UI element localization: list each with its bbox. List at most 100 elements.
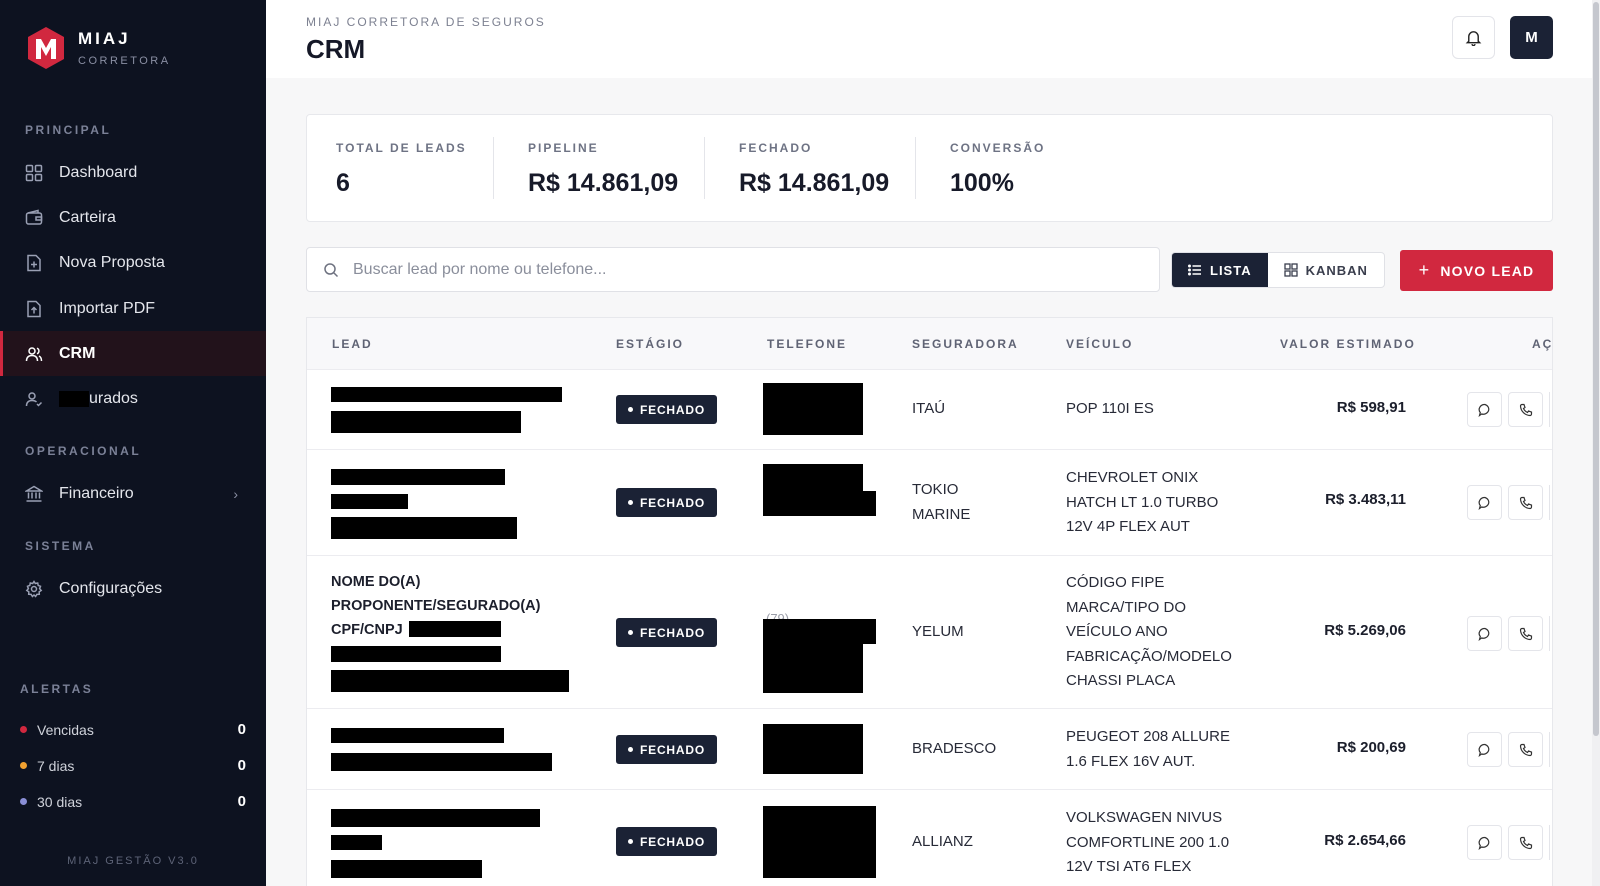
sidebar-item-crm[interactable]: CRM [0,331,266,376]
more-actions-edge[interactable] [1549,616,1552,651]
sidebar-item-importar-pdf[interactable]: Importar PDF [0,286,266,331]
sidebar-item-label: Financeiro [59,484,134,502]
redacted-lead-name [331,809,540,827]
table-row[interactable]: FECHADO ITAÚ POP 110I ES R$ 598,91 [307,370,1552,450]
stat-label: PIPELINE [528,141,599,155]
table-row[interactable]: FECHADO BRADESCO PEUGEOT 208 ALLURE 1.6 … [307,709,1552,790]
redacted-lead-detail [331,411,521,433]
section-label-operacional: OPERACIONAL [25,444,142,458]
lead-name-line: CPF/CNPJ [331,622,403,638]
redacted-phone [763,643,863,693]
chat-bubble-icon [1477,836,1489,850]
redacted-lead-detail [331,753,552,771]
kanban-grid-icon [1283,263,1298,277]
avatar[interactable]: M [1510,16,1553,59]
more-actions-edge[interactable] [1549,732,1552,767]
column-header-insurer[interactable]: SEGURADORA [912,337,1019,351]
redacted-lead-name [331,387,562,402]
message-button[interactable] [1467,732,1502,767]
more-actions-edge[interactable] [1549,485,1552,520]
phone-icon [1519,496,1532,509]
message-button[interactable] [1467,392,1502,427]
app-version: MIAJ GESTÃO V3.0 [67,855,199,867]
status-badge: FECHADO [616,827,717,856]
lead-name-line: PROPONENTE/SEGURADO(A) [331,598,541,614]
call-button[interactable] [1508,392,1543,427]
users-icon [25,345,43,363]
file-plus-icon [25,254,43,272]
sidebar: MIAJ CORRETORA PRINCIPAL Dashboard Carte… [0,0,266,886]
table-row[interactable]: FECHADO ALLIANZ VOLKSWAGEN NIVUS COMFORT… [307,790,1552,886]
message-button[interactable] [1467,825,1502,860]
badge-label: FECHADO [640,834,705,849]
stat-value: R$ 14.861,09 [739,169,890,197]
badge-label: FECHADO [640,742,705,757]
stat-fechado: FECHADO R$ 14.861,09 [739,141,889,198]
stat-total-leads: TOTAL DE LEADS 6 [336,141,467,198]
redacted-phone [763,724,863,774]
top-header: MIAJ CORRETORA DE SEGUROS CRM M [266,0,1600,78]
call-button[interactable] [1508,616,1543,651]
badge-label: FECHADO [640,625,705,640]
vehicle-cell: POP 110I ES [1066,400,1154,417]
stats-panel: TOTAL DE LEADS 6 PIPELINE R$ 14.861,09 F… [306,114,1553,222]
message-button[interactable] [1467,616,1502,651]
view-kanban-button[interactable]: KANBAN [1268,253,1384,287]
section-label-sistema: SISTEMA [25,539,96,553]
chat-bubble-icon [1477,743,1489,757]
call-button[interactable] [1508,485,1543,520]
sidebar-item-financeiro[interactable]: Financeiro › [0,471,266,516]
status-badge: FECHADO [616,395,717,424]
sidebar-item-label: Importar PDF [59,299,156,317]
page-title: CRM [306,34,366,64]
sidebar-item-segurados[interactable]: urados [0,376,266,421]
sidebar-item-dashboard[interactable]: Dashboard [0,150,266,195]
chat-bubble-icon [1477,403,1489,417]
alert-vencidas[interactable]: Vencidas 0 [20,721,246,738]
vehicle-cell: VOLKSWAGEN NIVUS COMFORTLINE 200 1.0 12V… [1066,809,1230,875]
search-input[interactable] [353,260,1113,279]
notifications-button[interactable] [1452,16,1495,59]
sidebar-item-label: urados [89,389,138,407]
lead-name-line: NOME DO(A) [331,574,421,590]
scrollbar[interactable] [1592,0,1600,886]
badge-label: FECHADO [640,402,705,417]
view-toggle: LISTA KANBAN [1171,252,1385,288]
search-box[interactable] [306,247,1160,292]
new-lead-button[interactable]: + NOVO LEAD [1400,250,1553,291]
column-header-phone[interactable]: TELEFONE [767,337,847,351]
column-header-stage[interactable]: ESTÁGIO [616,337,684,351]
column-header-lead[interactable]: LEAD [332,337,373,351]
insurer-cell: BRADESCO [912,740,997,757]
redacted-phone [763,491,876,516]
table-row[interactable]: NOME DO(A) PROPONENTE/SEGURADO(A) CPF/CN… [307,556,1552,709]
redacted-cpf [409,621,501,637]
gear-icon [25,579,43,598]
redacted-lead-detail [331,860,482,878]
stat-label: TOTAL DE LEADS [336,141,467,155]
status-dot [20,762,27,769]
stat-value: R$ 14.861,09 [528,169,679,197]
status-badge: FECHADO [616,618,717,647]
redacted-text [59,390,89,407]
more-actions-edge[interactable] [1549,825,1552,860]
table-row[interactable]: FECHADO TOKIO MARINE CHEVROLET ONIX HATC… [307,450,1552,556]
scrollbar-thumb[interactable] [1593,2,1599,736]
sidebar-item-nova-proposta[interactable]: Nova Proposta [0,240,266,285]
redacted-phone [763,383,863,435]
alert-7-dias[interactable]: 7 dias 0 [20,757,246,774]
call-button[interactable] [1508,732,1543,767]
more-actions-edge[interactable] [1549,392,1552,427]
column-header-value[interactable]: VALOR ESTIMADO [1280,337,1416,351]
view-list-button[interactable]: LISTA [1172,253,1268,287]
sidebar-item-carteira[interactable]: Carteira [0,195,266,240]
call-button[interactable] [1508,825,1543,860]
message-button[interactable] [1467,485,1502,520]
stat-value: 6 [336,169,350,197]
alert-30-dias[interactable]: 30 dias 0 [20,793,246,810]
bell-icon [1465,31,1482,46]
column-header-vehicle[interactable]: VEÍCULO [1066,337,1133,351]
sidebar-item-configuracoes[interactable]: Configurações [0,566,266,611]
badge-label: FECHADO [640,495,705,510]
brand[interactable]: MIAJ CORRETORA [26,26,171,70]
